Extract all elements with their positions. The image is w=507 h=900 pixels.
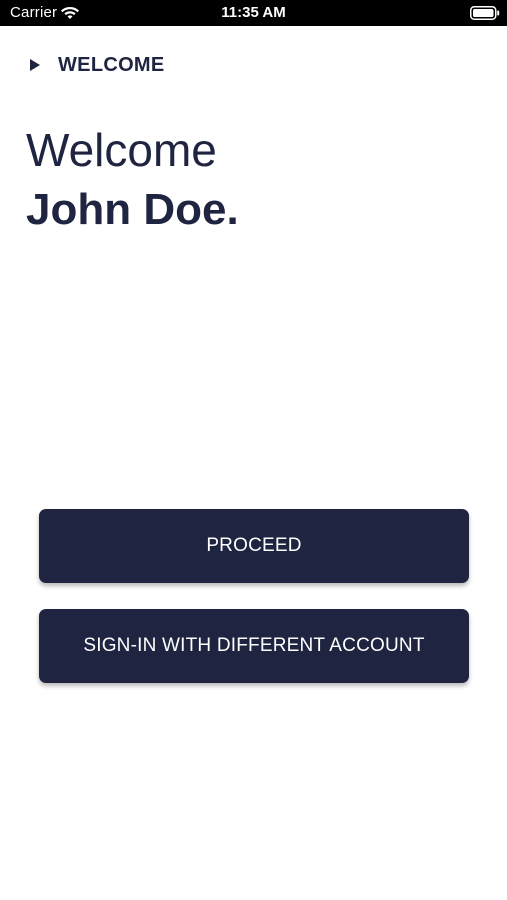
page-header: WELCOME xyxy=(30,54,165,76)
clock-time: 11:35 AM xyxy=(221,4,286,21)
welcome-screen: Carrier 11:35 AM WELCOME Welcome John Do… xyxy=(0,0,507,900)
welcome-heading: Welcome xyxy=(26,124,217,176)
caret-right-icon xyxy=(30,59,40,71)
proceed-button[interactable]: PROCEED xyxy=(39,509,469,583)
sign-in-different-account-button[interactable]: SIGN-IN WITH DIFFERENT ACCOUNT xyxy=(39,609,469,683)
status-bar: Carrier 11:35 AM xyxy=(0,0,507,26)
page-title: WELCOME xyxy=(58,53,165,76)
user-name: John Doe. xyxy=(26,185,239,234)
battery-icon xyxy=(470,6,500,20)
